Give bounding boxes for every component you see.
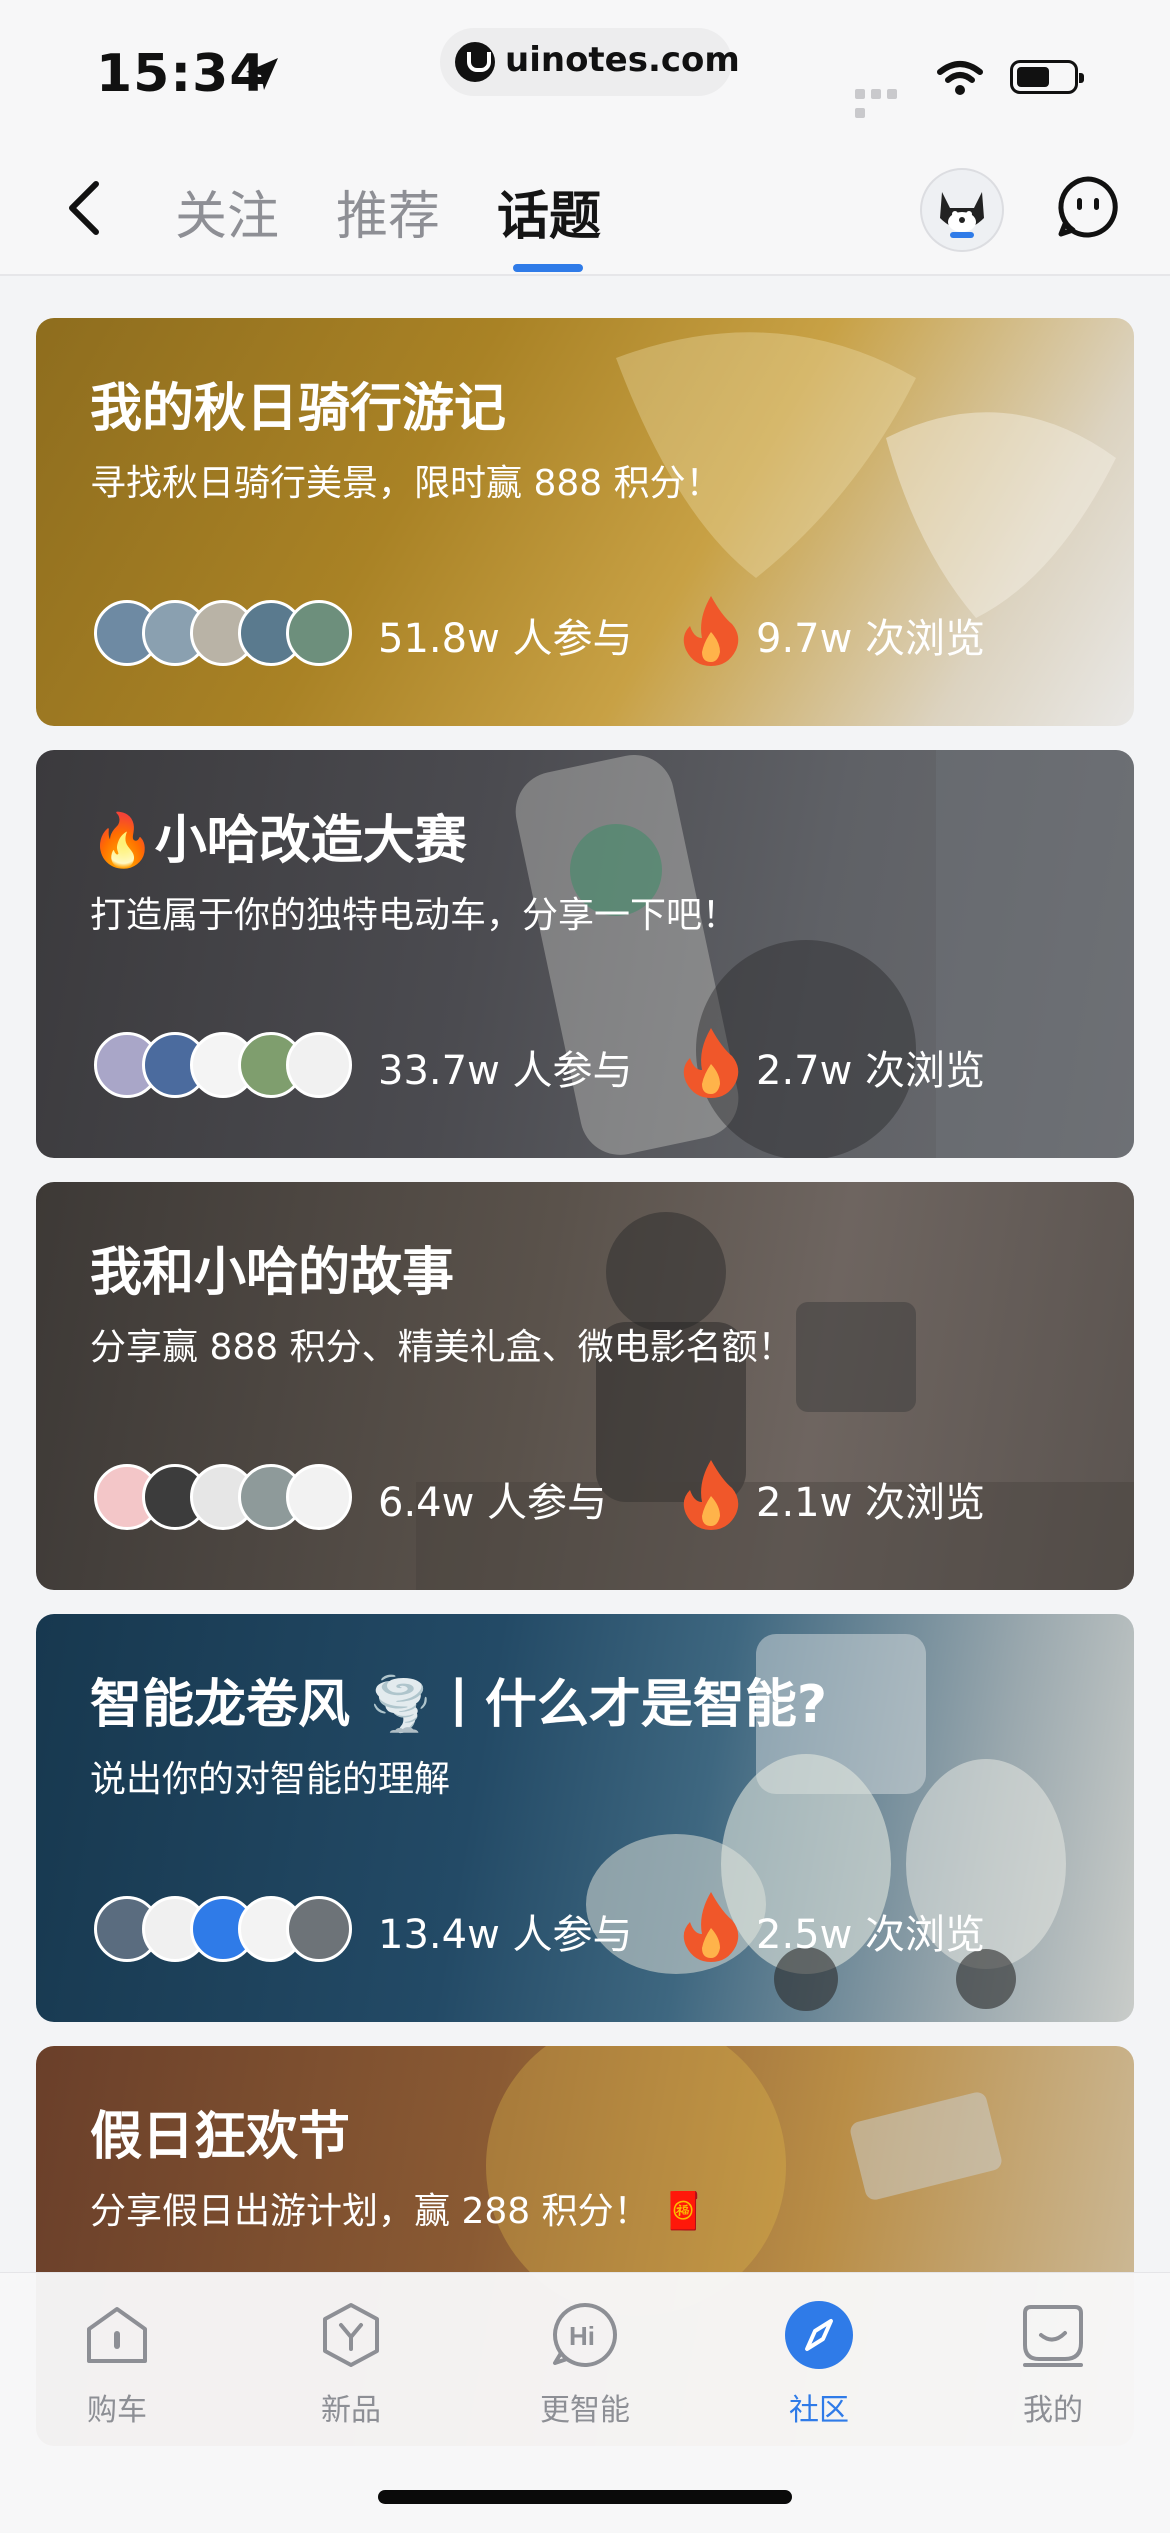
participant-count: 6.4w 人参与 xyxy=(378,1480,608,1526)
tab-label: 购车 xyxy=(87,2393,147,2428)
topic-title: 智能龙卷风 🌪️丨什么才是智能? xyxy=(90,1675,828,1735)
site-logo-icon xyxy=(455,42,495,82)
fire-icon xyxy=(683,1460,739,1530)
topic-subtitle: 打造属于你的独特电动车，分享一下吧！ xyxy=(90,895,739,936)
participant-count: 13.4w 人参与 xyxy=(378,1912,633,1958)
fire-emoji-icon: 🔥 xyxy=(90,811,155,871)
red-envelope-icon: 🧧 xyxy=(661,2191,706,2232)
battery-icon xyxy=(1010,60,1084,94)
compass-icon xyxy=(785,2301,853,2369)
view-count: 2.7w 次浏览 xyxy=(756,1048,986,1094)
back-icon[interactable] xyxy=(60,178,110,238)
participant-count: 51.8w 人参与 xyxy=(378,616,633,662)
top-nav: 关注 推荐 话题 xyxy=(0,140,1170,276)
husky-avatar-icon xyxy=(940,192,984,238)
wifi-icon xyxy=(937,61,983,95)
tab-label: 新品 xyxy=(321,2393,381,2428)
topic-card[interactable]: 🔥小哈改造大赛 打造属于你的独特电动车，分享一下吧！ 33.7w 人参与 2.7… xyxy=(36,750,1134,1158)
topic-title: 🔥小哈改造大赛 xyxy=(90,811,467,871)
view-count: 9.7w 次浏览 xyxy=(756,616,986,662)
scooter-photo-decoration xyxy=(515,750,1134,1158)
tab-new-products[interactable]: 新品 xyxy=(271,2299,431,2429)
view-count: 2.1w 次浏览 xyxy=(756,1480,986,1526)
topic-subtitle: 分享赢 888 积分、精美礼盒、微电影名额！ xyxy=(90,1327,794,1368)
fire-icon xyxy=(683,596,739,666)
active-tab-indicator xyxy=(513,264,583,272)
participant-count: 33.7w 人参与 xyxy=(378,1048,633,1094)
topic-subtitle: 说出你的对智能的理解 xyxy=(90,1759,451,1800)
avatar xyxy=(286,1464,352,1530)
tab-car-shop[interactable]: 购车 xyxy=(37,2299,197,2429)
topic-title: 假日狂欢节 xyxy=(90,2107,351,2167)
tab-smart[interactable]: Hi 更智能 xyxy=(505,2299,665,2429)
avatar[interactable] xyxy=(920,168,1004,252)
fire-icon xyxy=(683,1892,739,1962)
message-icon[interactable] xyxy=(1055,174,1121,240)
rider-photo-decoration xyxy=(416,1212,1134,1590)
status-bar: 15:34 uinotes.com xyxy=(0,0,1170,140)
tab-topics[interactable]: 话题 xyxy=(497,174,601,249)
avatar xyxy=(286,1032,352,1098)
svg-text:Hi: Hi xyxy=(569,2321,595,2351)
topic-title: 我和小哈的故事 xyxy=(90,1243,455,1303)
tab-profile[interactable]: 我的 xyxy=(973,2299,1133,2429)
fire-icon xyxy=(683,1028,739,1098)
tab-community[interactable]: 社区 xyxy=(739,2299,899,2429)
cellular-signal-icon xyxy=(855,84,917,118)
location-arrow-icon xyxy=(246,58,278,90)
profile-icon xyxy=(1023,2305,1083,2367)
tab-recommended[interactable]: 推荐 xyxy=(336,174,440,249)
car-shop-icon xyxy=(87,2307,147,2363)
home-indicator xyxy=(378,2490,792,2504)
topic-title: 我的秋日骑行游记 xyxy=(90,379,507,439)
new-product-icon xyxy=(323,2303,379,2367)
status-time: 15:34 xyxy=(96,44,267,104)
view-count: 2.5w 次浏览 xyxy=(756,1912,986,1958)
tab-label: 更智能 xyxy=(540,2393,630,2428)
url-text: uinotes.com xyxy=(505,40,740,80)
hi-smart-icon: Hi xyxy=(553,2303,617,2367)
avatar xyxy=(286,600,352,666)
topic-card[interactable]: 我的秋日骑行游记 寻找秋日骑行美景，限时赢 888 积分！ 51.8w 人参与 … xyxy=(36,318,1134,726)
tab-following[interactable]: 关注 xyxy=(175,174,279,249)
ginkgo-leaf-decoration xyxy=(616,332,1116,618)
topic-subtitle: 分享假日出游计划，赢 288 积分！ 🧧 xyxy=(90,2191,706,2232)
tab-label: 我的 xyxy=(1023,2393,1083,2428)
topic-subtitle: 寻找秋日骑行美景，限时赢 888 积分！ xyxy=(90,463,722,504)
topic-card[interactable]: 我和小哈的故事 分享赢 888 积分、精美礼盒、微电影名额！ 6.4w 人参与 … xyxy=(36,1182,1134,1590)
avatar xyxy=(286,1896,352,1962)
tab-label: 社区 xyxy=(789,2393,849,2428)
topic-card[interactable]: 智能龙卷风 🌪️丨什么才是智能? 说出你的对智能的理解 13.4w 人参与 2.… xyxy=(36,1614,1134,2022)
